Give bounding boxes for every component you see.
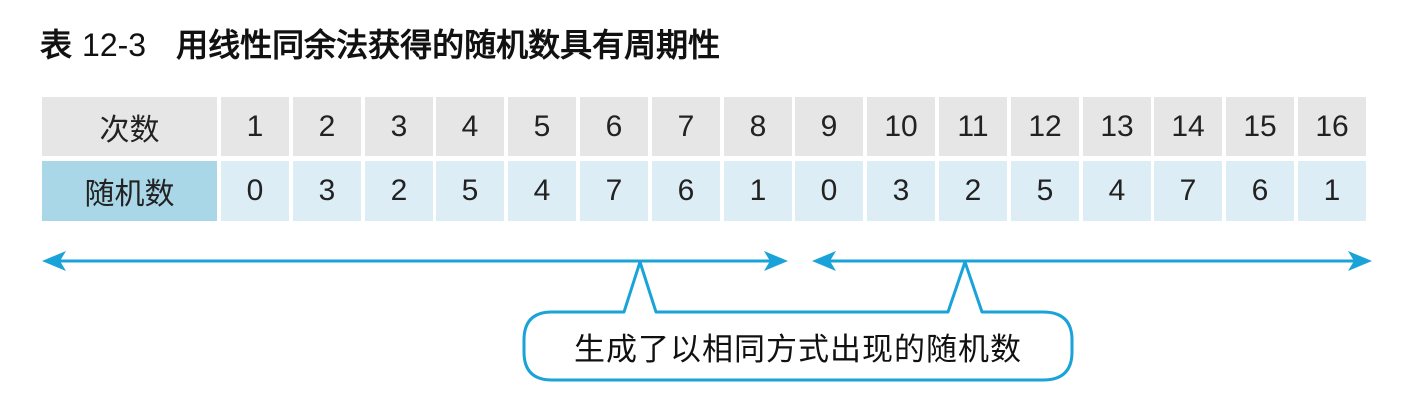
period-arrow-1	[42, 251, 788, 271]
callout-text: 生成了以相同方式出现的随机数	[574, 331, 1022, 368]
period-arrow-2	[812, 251, 1372, 271]
